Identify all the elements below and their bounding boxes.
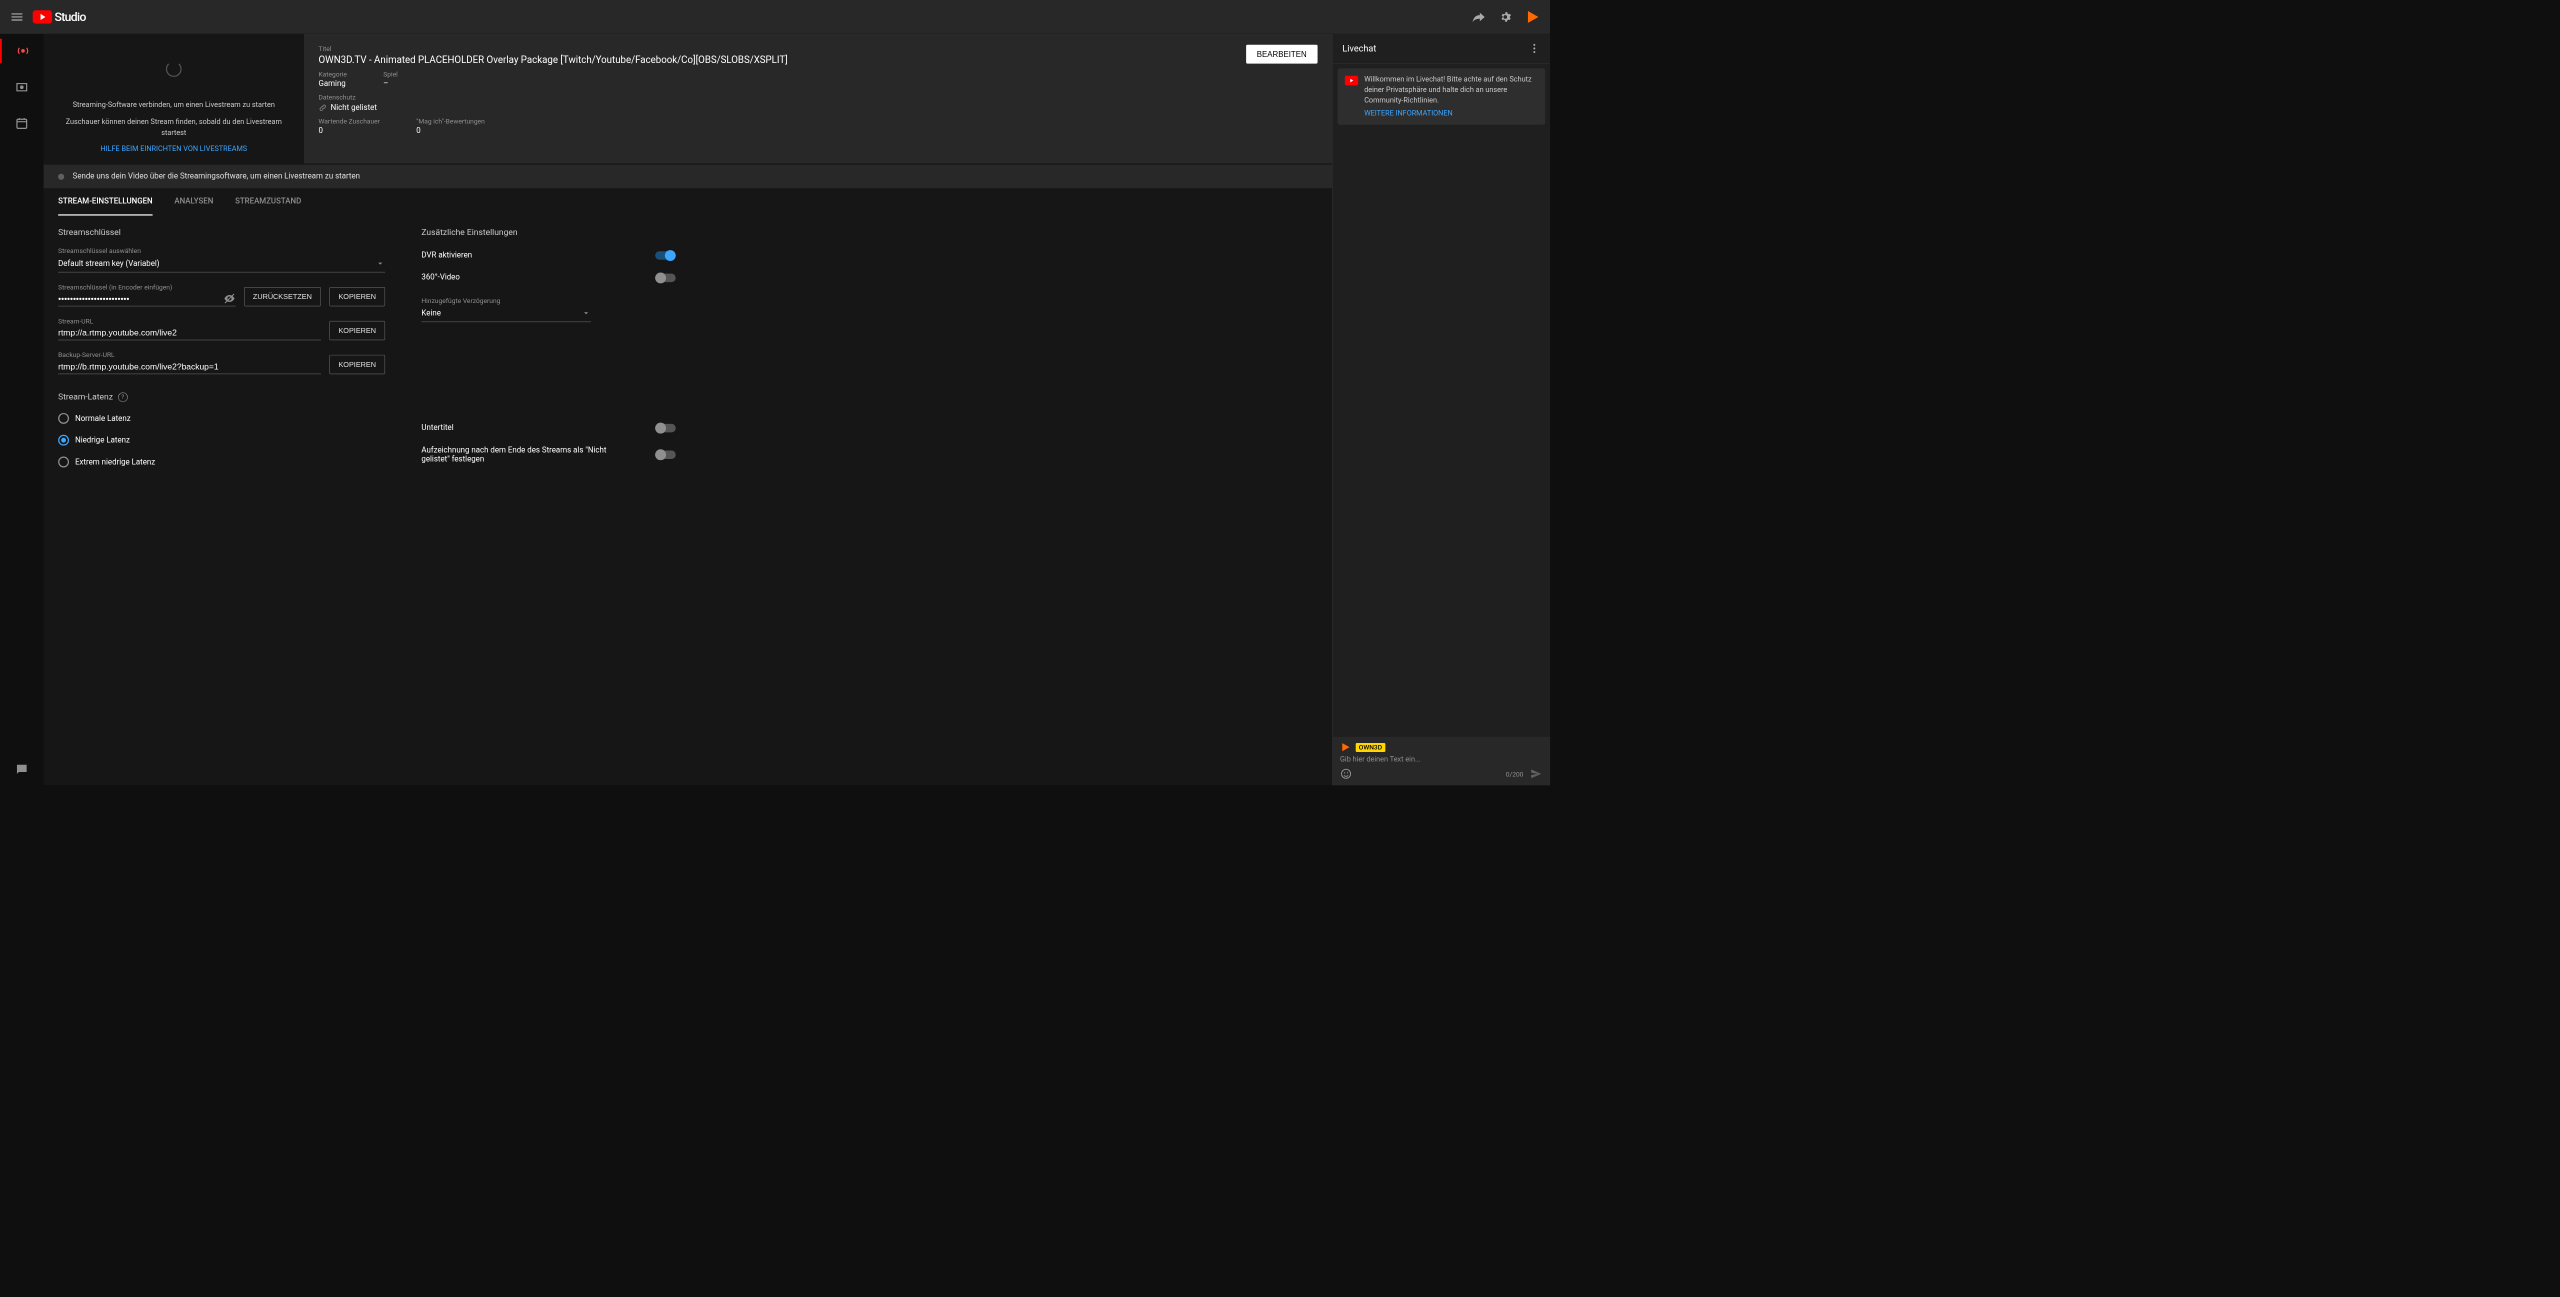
likes-label: "Mag ich"-Bewertungen xyxy=(416,117,484,125)
stream-key-select-value: Default stream key (Variabel) xyxy=(58,259,159,268)
delay-value: Keine xyxy=(421,309,440,318)
livestream-help-link[interactable]: HILFE BEIM EINRICHTEN VON LIVESTREAMS xyxy=(100,144,247,152)
status-text: Sende uns dein Video über die Streamings… xyxy=(73,172,360,181)
user-badge: OWN3D xyxy=(1356,743,1385,752)
backup-url-input[interactable] xyxy=(58,359,321,374)
reset-key-button[interactable]: ZURÜCKSETZEN xyxy=(244,287,321,306)
share-icon[interactable] xyxy=(1471,10,1486,25)
livechat-char-counter: 0/200 xyxy=(1506,770,1524,778)
record-unlisted-label: Aufzeichnung nach dem Ende des Streams a… xyxy=(421,446,627,464)
stream-url-label: Stream-URL xyxy=(58,317,321,325)
stream-meta-panel: Titel OWN3D.TV - Animated PLACEHOLDER Ov… xyxy=(304,34,1332,164)
stream-key-input[interactable] xyxy=(58,291,223,306)
title-label: Titel xyxy=(318,45,1233,53)
livechat-title: Livechat xyxy=(1342,43,1376,54)
nav-webcam[interactable] xyxy=(0,75,44,99)
stream-status-bar: Sende uns dein Video über die Streamings… xyxy=(44,165,1333,189)
chevron-down-icon xyxy=(375,259,385,269)
subs-label: Untertitel xyxy=(421,423,453,432)
latency-normal-label: Normale Latenz xyxy=(75,414,131,423)
livechat-input-area: OWN3D Gib hier deinen Text ein... 0/200 xyxy=(1333,737,1550,785)
stream-key-select[interactable]: Default stream key (Variabel) xyxy=(58,255,385,273)
preview-hint-1: Streaming-Software verbinden, um einen L… xyxy=(73,99,275,110)
stream-key-section-title: Streamschlüssel xyxy=(58,228,385,238)
orange-play-icon[interactable] xyxy=(1525,9,1541,25)
latency-ultra-label: Extrem niedrige Latenz xyxy=(75,457,155,466)
backup-url-label: Backup-Server-URL xyxy=(58,351,321,359)
hamburger-icon[interactable] xyxy=(10,10,25,25)
status-indicator-icon xyxy=(58,173,64,179)
gear-icon[interactable] xyxy=(1498,10,1513,25)
latency-ultra-radio[interactable]: Extrem niedrige Latenz xyxy=(58,457,385,468)
link-icon xyxy=(318,103,326,111)
livechat-panel: Livechat Willkommen im Livechat! Bitte a… xyxy=(1332,34,1550,785)
help-icon[interactable]: ? xyxy=(118,392,128,402)
game-label: Spiel xyxy=(383,70,397,78)
waiting-value: 0 xyxy=(318,127,379,136)
copy-url-button[interactable]: KOPIEREN xyxy=(329,321,385,340)
copy-key-button[interactable]: KOPIEREN xyxy=(329,287,385,306)
edit-button[interactable]: BEARBEITEN xyxy=(1246,45,1318,64)
app-header: Studio xyxy=(0,0,1550,34)
stream-preview-panel: Streaming-Software verbinden, um einen L… xyxy=(44,34,304,164)
user-avatar-icon xyxy=(1340,742,1351,753)
delay-label: Hinzugefügte Verzögerung xyxy=(421,297,591,305)
main-content: Streaming-Software verbinden, um einen L… xyxy=(44,34,1333,785)
visibility-toggle-icon[interactable] xyxy=(223,292,235,304)
privacy-value: Nicht gelistet xyxy=(331,104,377,113)
latency-normal-radio[interactable]: Normale Latenz xyxy=(58,413,385,424)
nav-stream-now[interactable] xyxy=(0,39,44,63)
youtube-play-icon xyxy=(33,10,52,23)
emoji-icon[interactable] xyxy=(1340,768,1352,780)
chevron-down-icon xyxy=(581,308,591,318)
tab-stream-health[interactable]: STREAMZUSTAND xyxy=(235,188,301,215)
livechat-welcome-card: Willkommen im Livechat! Bitte achte auf … xyxy=(1338,68,1546,124)
v360-label: 360°-Video xyxy=(421,273,459,282)
stream-title: OWN3D.TV - Animated PLACEHOLDER Overlay … xyxy=(318,54,1233,66)
youtube-mini-icon xyxy=(1345,76,1358,86)
v360-toggle[interactable] xyxy=(655,273,676,281)
category-label: Kategorie xyxy=(318,70,346,78)
nav-manage[interactable] xyxy=(0,111,44,135)
left-navigation-rail xyxy=(0,34,44,785)
livechat-input[interactable]: Gib hier deinen Text ein... xyxy=(1340,755,1543,763)
feedback-icon[interactable] xyxy=(15,762,30,777)
preview-hint-2: Zuschauer können deinen Stream finden, s… xyxy=(56,116,292,138)
send-icon[interactable] xyxy=(1529,767,1542,780)
tab-analytics[interactable]: ANALYSEN xyxy=(174,188,213,215)
livechat-welcome-text: Willkommen im Livechat! Bitte achte auf … xyxy=(1364,74,1538,105)
studio-label: Studio xyxy=(54,10,85,25)
likes-value: 0 xyxy=(416,127,484,136)
privacy-label: Datenschutz xyxy=(318,93,1233,101)
subs-toggle[interactable] xyxy=(655,424,676,432)
copy-backup-button[interactable]: KOPIEREN xyxy=(329,355,385,374)
stream-key-label: Streamschlüssel (in Encoder einfügen) xyxy=(58,283,235,291)
stream-url-input[interactable] xyxy=(58,325,321,340)
latency-low-radio[interactable]: Niedrige Latenz xyxy=(58,435,385,446)
tab-stream-settings[interactable]: STREAM-EINSTELLUNGEN xyxy=(58,188,152,215)
category-value: Gaming xyxy=(318,79,346,88)
extra-settings-title: Zusätzliche Einstellungen xyxy=(421,228,675,238)
dvr-label: DVR aktivieren xyxy=(421,251,472,260)
livechat-more-info-link[interactable]: WEITERE INFORMATIONEN xyxy=(1364,109,1538,119)
latency-low-label: Niedrige Latenz xyxy=(75,436,130,445)
game-value: – xyxy=(383,79,397,88)
delay-select[interactable]: Keine xyxy=(421,305,591,323)
more-vert-icon[interactable] xyxy=(1528,42,1540,54)
latency-title: Stream-Latenz xyxy=(58,392,113,402)
stream-key-select-label: Streamschlüssel auswählen xyxy=(58,247,385,255)
dvr-toggle[interactable] xyxy=(655,251,676,259)
loading-spinner-icon xyxy=(166,61,182,77)
youtube-studio-logo[interactable]: Studio xyxy=(33,10,86,25)
record-unlisted-toggle[interactable] xyxy=(655,450,676,458)
waiting-label: Wartende Zuschauer xyxy=(318,117,379,125)
settings-tabs: STREAM-EINSTELLUNGEN ANALYSEN STREAMZUST… xyxy=(44,188,1333,215)
